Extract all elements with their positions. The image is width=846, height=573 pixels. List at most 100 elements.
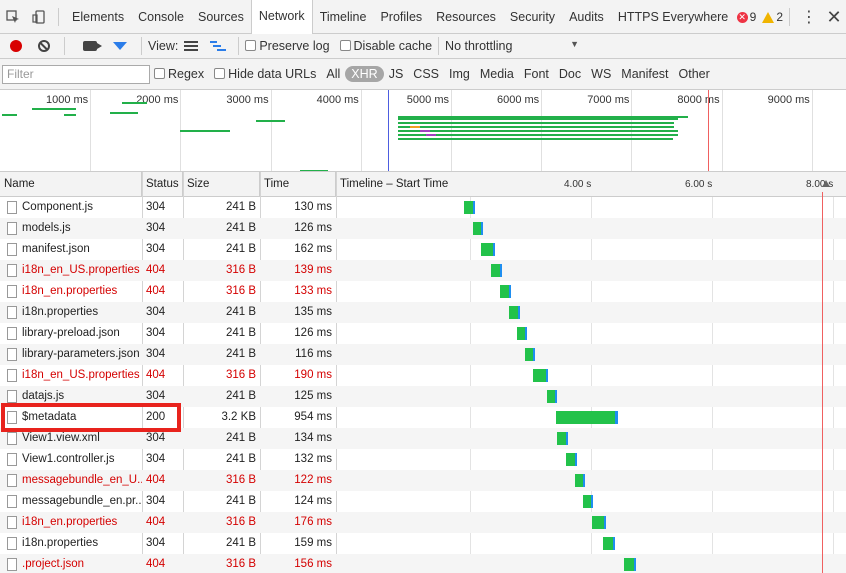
toolbar-separator: [438, 37, 440, 55]
request-size: 316 B: [225, 558, 256, 570]
request-status: 304: [146, 243, 166, 255]
regex-checkbox[interactable]: Regex: [150, 67, 209, 81]
table-row[interactable]: messagebundle_en_U... 404 316 B 122 ms: [0, 470, 846, 491]
overview-icon[interactable]: [210, 40, 227, 52]
table-row[interactable]: i18n_en.properties 404 316 B 133 ms: [0, 281, 846, 302]
request-size: 241 B: [225, 222, 256, 234]
table-row[interactable]: library-parameters.json 304 241 B 116 ms: [0, 344, 846, 365]
request-name: models.js: [22, 222, 71, 234]
request-name: .project.json: [22, 558, 85, 570]
filter-type-all[interactable]: All: [321, 67, 345, 81]
load-event-line: [708, 90, 709, 171]
request-status: 404: [146, 516, 166, 528]
timeline-header-label: Timeline – Start Time: [340, 178, 449, 190]
request-size: 316 B: [225, 474, 256, 486]
network-overview[interactable]: 1000 ms 2000 ms 3000 ms 4000 ms 5000 ms 6000 …: [0, 90, 846, 172]
waterfall-bar: [481, 243, 495, 256]
overview-tick-label: 5000 ms: [406, 94, 449, 106]
request-status: 304: [146, 327, 166, 339]
tab-resources[interactable]: Resources: [429, 0, 503, 34]
large-rows-icon[interactable]: [184, 41, 199, 51]
table-row[interactable]: i18n_en_US.properties 404 316 B 190 ms: [0, 365, 846, 386]
device-mode-icon[interactable]: [26, 0, 52, 34]
table-row[interactable]: models.js 304 241 B 126 ms: [0, 218, 846, 239]
request-name: View1.controller.js: [22, 453, 115, 465]
request-time: 130 ms: [294, 201, 332, 213]
table-row[interactable]: messagebundle_en.pr... 304 241 B 124 ms: [0, 491, 846, 512]
metadata-row-highlight: [1, 403, 181, 432]
tab-network[interactable]: Network: [250, 0, 313, 34]
more-options-icon[interactable]: ⋮: [796, 7, 822, 27]
tab-audits[interactable]: Audits: [562, 0, 611, 34]
column-header-size[interactable]: Size: [183, 172, 260, 197]
table-row[interactable]: i18n.properties 304 241 B 159 ms: [0, 533, 846, 554]
request-name: i18n.properties: [22, 537, 99, 549]
column-header-name[interactable]: Name: [0, 172, 142, 197]
table-row[interactable]: Component.js 304 241 B 130 ms: [0, 197, 846, 218]
filter-type-font[interactable]: Font: [519, 67, 554, 81]
request-name: i18n_en_US.properties: [22, 369, 140, 381]
request-time: 135 ms: [294, 306, 332, 318]
overview-gridline: [360, 90, 362, 171]
tab-elements[interactable]: Elements: [65, 0, 131, 34]
filter-type-xhr[interactable]: XHR: [345, 66, 384, 82]
close-devtools-icon[interactable]: ✕: [822, 7, 846, 28]
capture-screenshots-icon[interactable]: [83, 41, 102, 51]
overview-request-bar: [426, 134, 436, 136]
request-status: 404: [146, 285, 166, 297]
table-row[interactable]: manifest.json 304 241 B 162 ms: [0, 239, 846, 260]
overview-gridline: [811, 90, 813, 171]
waterfall-bar: [517, 327, 527, 340]
tab-sources[interactable]: Sources: [191, 0, 251, 34]
filter-icon[interactable]: [113, 42, 127, 50]
filter-type-manifest[interactable]: Manifest: [616, 67, 673, 81]
request-status: 304: [146, 201, 166, 213]
throttling-select[interactable]: No throttling ▼: [445, 39, 579, 53]
waterfall-bar: [592, 516, 606, 529]
inspect-element-icon[interactable]: [0, 0, 26, 34]
filter-type-css[interactable]: CSS: [408, 67, 444, 81]
overview-gridline: [721, 90, 723, 171]
record-icon[interactable]: [10, 40, 22, 52]
disable-cache-checkbox[interactable]: Disable cache: [339, 39, 432, 53]
request-time: 126 ms: [294, 327, 332, 339]
table-row[interactable]: i18n_en_US.properties 404 316 B 139 ms: [0, 260, 846, 281]
tab-profiles[interactable]: Profiles: [373, 0, 429, 34]
request-time: 132 ms: [294, 453, 332, 465]
filter-type-ws[interactable]: WS: [586, 67, 616, 81]
filter-input[interactable]: [2, 64, 150, 84]
overview-request-bar: [122, 102, 147, 104]
tab-https-everywhere[interactable]: HTTPS Everywhere: [611, 0, 735, 34]
filter-type-media[interactable]: Media: [475, 67, 519, 81]
overview-request-bar: [420, 130, 430, 132]
hide-data-urls-checkbox[interactable]: Hide data URLs: [209, 67, 321, 81]
preserve-log-checkbox[interactable]: Preserve log: [245, 39, 330, 53]
table-row[interactable]: i18n.properties 304 241 B 135 ms: [0, 302, 846, 323]
table-row[interactable]: .project.json 404 316 B 156 ms: [0, 554, 846, 573]
tab-security[interactable]: Security: [503, 0, 562, 34]
warning-count: 2: [776, 10, 783, 24]
request-size: 316 B: [225, 264, 256, 276]
tab-timeline[interactable]: Timeline: [313, 0, 374, 34]
table-row[interactable]: i18n_en.properties 404 316 B 176 ms: [0, 512, 846, 533]
request-time: 954 ms: [294, 411, 332, 423]
request-status: 304: [146, 495, 166, 507]
request-size: 241 B: [225, 432, 256, 444]
table-row[interactable]: View1.controller.js 304 241 B 132 ms: [0, 449, 846, 470]
filter-type-js[interactable]: JS: [384, 67, 409, 81]
error-warning-counter[interactable]: ✕ 9 2: [736, 10, 783, 24]
waterfall-bar: [500, 285, 511, 298]
filter-type-img[interactable]: Img: [444, 67, 475, 81]
table-row[interactable]: library-preload.json 304 241 B 126 ms: [0, 323, 846, 344]
overview-gridline: [90, 90, 92, 171]
overview-request-bar: [2, 114, 17, 116]
overview-request-bar: [398, 122, 674, 124]
filter-type-other[interactable]: Other: [674, 67, 715, 81]
clear-icon[interactable]: [38, 40, 50, 52]
column-header-status[interactable]: Status: [142, 172, 183, 197]
tab-separator: [58, 7, 59, 26]
filter-type-doc[interactable]: Doc: [554, 67, 586, 81]
request-name: manifest.json: [22, 243, 90, 255]
column-header-time[interactable]: Time: [260, 172, 336, 197]
tab-console[interactable]: Console: [131, 0, 191, 34]
